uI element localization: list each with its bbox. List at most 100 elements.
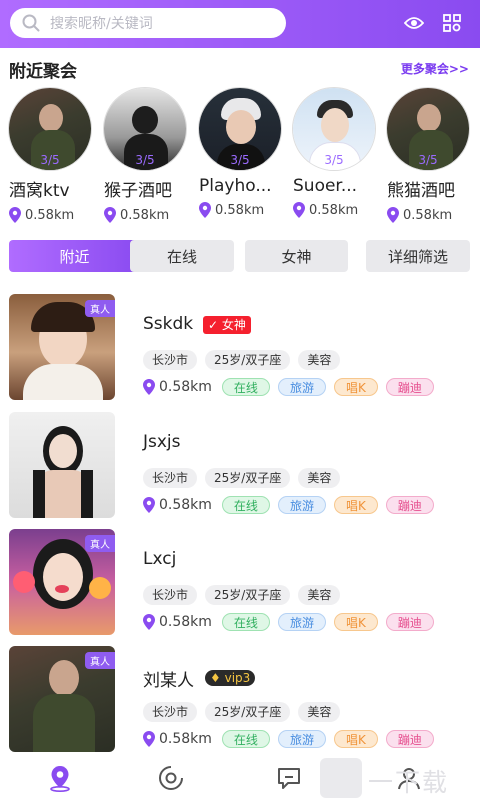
travel-tag: 旅游 (277, 378, 326, 396)
location-pin-icon (387, 207, 399, 223)
disco-tag: 蹦迪 (385, 730, 434, 748)
section-title: 附近聚会 (9, 62, 77, 82)
party-distance: 0.58km (104, 207, 188, 223)
tab-online[interactable]: 在线 (130, 240, 234, 272)
user-distance: 0.58km (159, 497, 212, 513)
user-status-row: 0.58km 在线 旅游 唱K 蹦迪 (143, 496, 442, 514)
party-name: Playho... (199, 176, 272, 196)
user-info-chips: 长沙市 25岁/双子座 美容 (143, 702, 348, 722)
travel-tag: 旅游 (277, 496, 326, 514)
goddess-badge: ✓ 女神 (203, 316, 251, 334)
user-photo: 真人 (9, 646, 115, 752)
user-info-chips: 长沙市 25岁/双子座 美容 (143, 585, 348, 605)
vip-badge: ♦ vip3 (205, 670, 256, 686)
more-parties-link[interactable]: 更多聚会>> (401, 60, 469, 77)
location-pin-icon (9, 207, 21, 223)
party-distance: 0.58km (293, 202, 377, 218)
location-pin-icon (104, 207, 116, 223)
party-item[interactable]: 3/5 Suoer... 0.58km (293, 88, 377, 218)
party-count: 3/5 (324, 153, 344, 167)
party-item[interactable]: 3/5 熊猫酒吧 0.58km (387, 88, 471, 223)
location-pin-icon (143, 497, 155, 513)
job-chip: 美容 (298, 350, 341, 370)
top-bar: 搜索昵称/关键词 (0, 0, 480, 48)
age-chip: 25岁/双子座 (205, 350, 291, 370)
party-name: 酒窝ktv (9, 181, 70, 201)
user-name: Jsxjs (143, 432, 181, 452)
city-chip: 长沙市 (143, 702, 198, 722)
online-tag: 在线 (221, 730, 270, 748)
real-person-badge: 真人 (85, 652, 115, 669)
party-item[interactable]: 3/5 酒窝ktv 0.58km (9, 88, 93, 223)
age-chip: 25岁/双子座 (205, 585, 291, 605)
karaoke-tag: 唱K (333, 496, 378, 514)
user-status-row: 0.58km 在线 旅游 唱K 蹦迪 (143, 613, 442, 631)
party-count: 3/5 (40, 153, 60, 167)
grid-filter-icon[interactable] (441, 12, 463, 34)
city-chip: 长沙市 (143, 468, 198, 488)
eye-icon[interactable] (403, 12, 425, 34)
search-icon (22, 14, 40, 32)
location-pin-icon (143, 614, 155, 630)
real-person-badge: 真人 (85, 535, 115, 552)
user-info-chips: 长沙市 25岁/双子座 美容 (143, 350, 348, 370)
location-pin-icon (199, 202, 211, 218)
user-distance: 0.58km (159, 379, 212, 395)
location-pin-icon (293, 202, 305, 218)
user-name: 刘某人 (143, 671, 194, 691)
party-avatar: 3/5 (199, 88, 281, 170)
user-photo: 真人 (9, 529, 115, 635)
user-distance: 0.58km (159, 614, 212, 630)
travel-tag: 旅游 (277, 730, 326, 748)
job-chip: 美容 (298, 702, 341, 722)
user-name: Lxcj (143, 549, 177, 569)
party-distance: 0.58km (9, 207, 93, 223)
karaoke-tag: 唱K (333, 378, 378, 396)
tab-advanced-filter[interactable]: 详细筛选 (366, 240, 470, 272)
nav-nearby-icon[interactable] (46, 764, 74, 792)
age-chip: 25岁/双子座 (205, 468, 291, 488)
user-photo: 真人 (9, 294, 115, 400)
karaoke-tag: 唱K (333, 613, 378, 631)
goddess-icon: ✓ (208, 318, 219, 332)
online-tag: 在线 (221, 613, 270, 631)
party-distance: 0.58km (199, 202, 283, 218)
party-item[interactable]: 3/5 Playho... 0.58km (199, 88, 283, 218)
user-status-row: 0.58km 在线 旅游 唱K 蹦迪 (143, 730, 442, 748)
tab-nearby[interactable]: 附近 (9, 240, 140, 272)
disco-tag: 蹦迪 (385, 378, 434, 396)
nav-messages-icon[interactable] (275, 764, 303, 792)
location-pin-icon (143, 379, 155, 395)
user-distance: 0.58km (159, 731, 212, 747)
user-photo (9, 412, 115, 518)
party-count: 3/5 (135, 153, 155, 167)
party-name: Suoer... (293, 176, 358, 196)
age-chip: 25岁/双子座 (205, 702, 291, 722)
user-name: Sskdk (143, 314, 194, 334)
party-avatar: 3/5 (104, 88, 186, 170)
party-distance: 0.58km (387, 207, 471, 223)
disco-tag: 蹦迪 (385, 496, 434, 514)
job-chip: 美容 (298, 468, 341, 488)
disco-tag: 蹦迪 (385, 613, 434, 631)
city-chip: 长沙市 (143, 585, 198, 605)
search-input[interactable]: 搜索昵称/关键词 (10, 8, 286, 38)
party-avatar: 3/5 (9, 88, 91, 170)
user-card[interactable]: 真人 刘某人 ♦ vip3 长沙市 25岁/双子座 美容 0.58km 在线 旅… (0, 646, 480, 764)
real-person-badge: 真人 (85, 300, 115, 317)
user-card[interactable]: 真人 Sskdk ✓ 女神 长沙市 25岁/双子座 美容 0.58km 在线 旅… (0, 294, 480, 412)
party-avatar: 3/5 (387, 88, 469, 170)
nav-discover-icon[interactable] (157, 764, 185, 792)
party-name: 猴子酒吧 (104, 181, 172, 201)
user-card[interactable]: 真人 Lxcj 长沙市 25岁/双子座 美容 0.58km 在线 旅游 唱K 蹦… (0, 529, 480, 647)
city-chip: 长沙市 (143, 350, 198, 370)
party-item[interactable]: 3/5 猴子酒吧 0.58km (104, 88, 188, 223)
party-count: 3/5 (418, 153, 438, 167)
online-tag: 在线 (221, 378, 270, 396)
travel-tag: 旅游 (277, 613, 326, 631)
party-avatar: 3/5 (293, 88, 375, 170)
user-info-chips: 长沙市 25岁/双子座 美容 (143, 468, 348, 488)
user-card[interactable]: Jsxjs 长沙市 25岁/双子座 美容 0.58km 在线 旅游 唱K 蹦迪 (0, 412, 480, 530)
user-status-row: 0.58km 在线 旅游 唱K 蹦迪 (143, 378, 442, 396)
tab-goddess[interactable]: 女神 (245, 240, 348, 272)
